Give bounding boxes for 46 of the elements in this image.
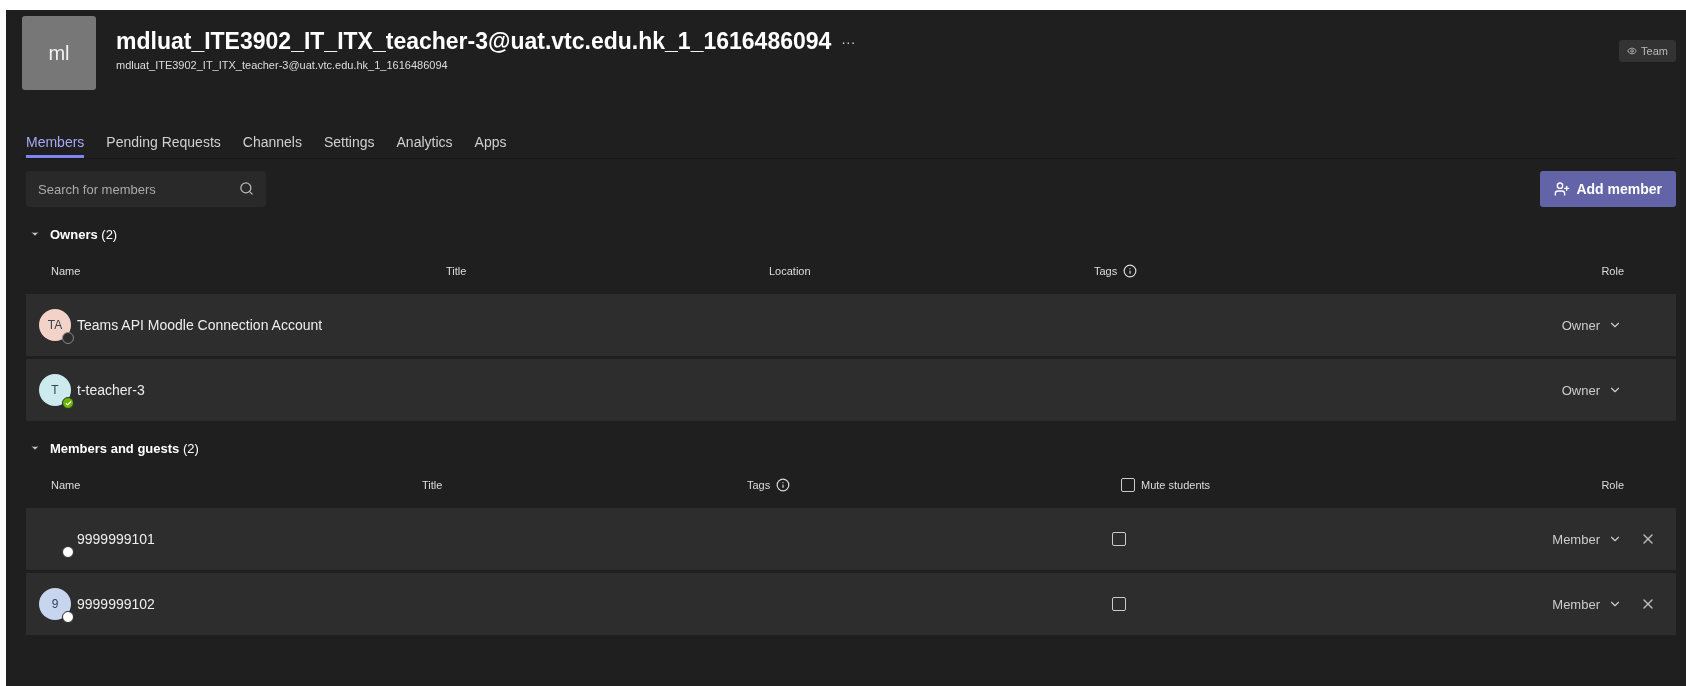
tab[interactable]: Analytics [396, 128, 453, 158]
avatar: TA [39, 309, 71, 341]
team-description: mdluat_ITE3902_IT_ITX_teacher-3@uat.vtc.edu.hk_1_1616486094 [116, 59, 449, 71]
team-name: mdluat_ITE3902_IT_ITX_teacher-3@uat.vtc.edu.hk_1_1616486094 [116, 28, 832, 55]
avatar: 9 [39, 588, 71, 620]
tab[interactable]: Channels [242, 128, 302, 158]
role-dropdown[interactable]: Owner [1561, 382, 1622, 398]
column-header: Location [769, 265, 812, 277]
checkbox[interactable] [1112, 532, 1126, 546]
column-header: Title [446, 265, 468, 277]
info-icon[interactable] [1123, 264, 1138, 278]
column-header: Name [51, 479, 82, 491]
member-name: 9999999102 [77, 596, 155, 612]
search-field[interactable]: Search for members [26, 171, 266, 207]
role-dropdown[interactable]: Member [1552, 531, 1622, 547]
column-header: Role [1601, 265, 1624, 277]
eye-icon [1627, 46, 1638, 56]
info-icon[interactable] [776, 478, 791, 492]
caret-icon[interactable] [30, 229, 40, 239]
tab[interactable]: Settings [323, 128, 375, 158]
tab[interactable]: Pending Requests [106, 128, 221, 158]
tab[interactable]: Members [26, 128, 85, 158]
team-avatar: ml [22, 16, 96, 90]
member-name: 9999999101 [77, 531, 155, 547]
role-dropdown[interactable]: Owner [1561, 317, 1622, 333]
member-name: Teams API Moodle Connection Account [77, 317, 323, 333]
caret-icon[interactable] [30, 443, 40, 453]
search-icon [239, 181, 254, 196]
member-name: t-teacher-3 [77, 382, 145, 398]
add-person-icon [1554, 181, 1571, 197]
team-badge: Team [1619, 40, 1676, 62]
column-header: Tags [747, 479, 771, 491]
section-title: Members and guests (2) [50, 440, 199, 456]
avatar: T [39, 374, 71, 406]
section-title: Owners (2) [50, 226, 118, 242]
checkbox[interactable] [1112, 597, 1126, 611]
column-header: Title [422, 479, 444, 491]
column-header: Name [51, 265, 82, 277]
role-dropdown[interactable]: Member [1552, 596, 1622, 612]
more-options[interactable]: ··· [841, 33, 856, 50]
column-header: Role [1601, 479, 1624, 491]
add-member-button[interactable]: Add member [1540, 171, 1676, 207]
column-header: Tags [1094, 265, 1118, 277]
column-header: Mute students [1141, 479, 1211, 491]
checkbox[interactable] [1121, 478, 1135, 492]
tab[interactable]: Apps [474, 128, 507, 158]
